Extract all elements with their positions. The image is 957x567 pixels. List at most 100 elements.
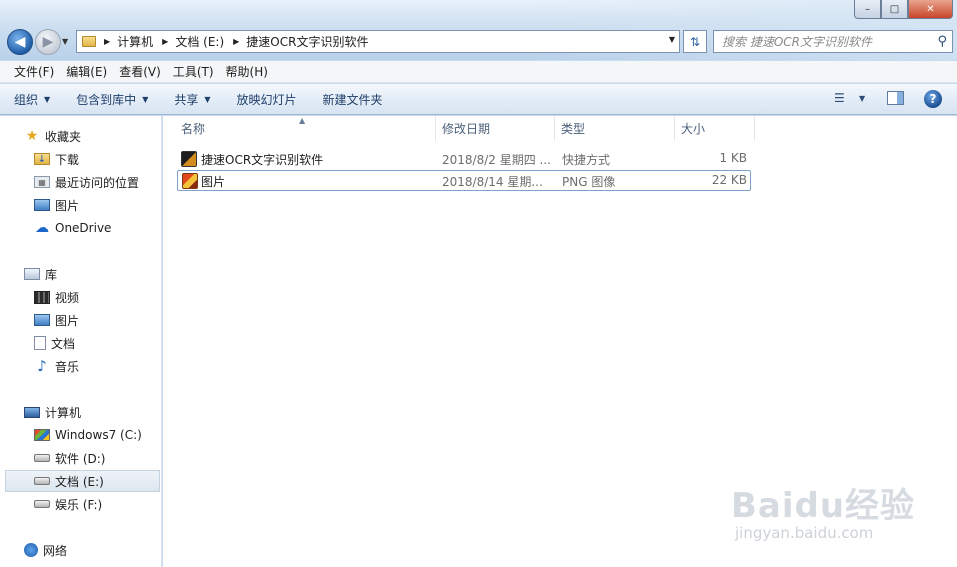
baidu-watermark-logo: Baidu经验 <box>731 486 916 526</box>
table-row[interactable]: 捷速OCR文字识别软件 2018/8/2 星期四 ... 快捷方式 1 KB <box>177 149 751 170</box>
breadcrumb-current-folder[interactable]: 捷速OCR文字识别软件 <box>246 33 368 50</box>
menu-tools[interactable]: 工具(T) <box>167 63 220 80</box>
share-label: 共享 <box>174 92 199 107</box>
help-icon[interactable]: ? <box>924 90 942 108</box>
music-icon: ♪ <box>37 357 47 375</box>
file-type: PNG 图像 <box>562 175 616 189</box>
menu-edit[interactable]: 编辑(E) <box>60 63 113 80</box>
sidebar-item-label: 软件 (D:) <box>55 451 106 466</box>
sidebar-item-pictures[interactable]: 图片 <box>0 309 162 331</box>
search-icon[interactable]: ⚲ <box>937 34 947 49</box>
chevron-down-icon: ▼ <box>142 94 149 104</box>
search-box[interactable]: ⚲ <box>713 30 953 53</box>
sidebar-network[interactable]: 网络 <box>0 539 162 561</box>
shortcut-app-icon <box>181 151 197 167</box>
preview-pane-icon[interactable] <box>887 91 904 105</box>
column-header-type[interactable]: 类型 <box>555 116 675 141</box>
window-controls: – □ ✕ <box>854 0 953 19</box>
png-image-icon <box>182 173 198 189</box>
sidebar-item-label: OneDrive <box>55 221 112 235</box>
library-icon <box>24 268 40 280</box>
file-name: 图片 <box>201 175 226 189</box>
sidebar-libraries-label: 库 <box>45 267 58 282</box>
file-name: 捷速OCR文字识别软件 <box>201 153 324 167</box>
command-bar: 组织 ▼ 包含到库中 ▼ 共享 ▼ 放映幻灯片 新建文件夹 <box>0 84 957 115</box>
table-row[interactable]: 图片 2018/8/14 星期... PNG 图像 22 KB <box>177 170 751 191</box>
chevron-down-icon[interactable]: ▼ <box>669 35 675 44</box>
sidebar-item-pictures-favorite[interactable]: 图片 <box>0 194 162 216</box>
organize-label: 组织 <box>14 92 39 107</box>
drive-icon <box>34 500 50 508</box>
sidebar-item-label: 下载 <box>55 152 80 167</box>
address-bar[interactable]: ▶ 计算机 ▶ 文档 (E:) ▶ 捷速OCR文字识别软件 ▼ <box>76 30 680 53</box>
chevron-down-icon[interactable]: ▼ <box>859 94 865 103</box>
file-size: 1 KB <box>719 151 747 165</box>
chevron-down-icon: ▼ <box>44 94 51 104</box>
slideshow-button[interactable]: 放映幻灯片 <box>237 91 297 108</box>
sidebar-computer[interactable]: 计算机 <box>0 401 162 423</box>
sidebar-item-downloads[interactable]: ↓ 下载 <box>0 148 162 170</box>
baidu-watermark-url: jingyan.baidu.com <box>735 524 874 542</box>
minimize-button[interactable]: – <box>854 0 881 19</box>
include-library-label: 包含到库中 <box>76 92 137 107</box>
column-modified-label: 修改日期 <box>442 122 491 136</box>
network-icon <box>24 543 38 557</box>
download-icon: ↓ <box>34 153 50 165</box>
sidebar-computer-label: 计算机 <box>45 405 82 420</box>
sidebar-item-onedrive[interactable]: ☁ OneDrive <box>0 217 162 239</box>
chevron-right-icon[interactable]: ▶ <box>104 37 110 46</box>
forward-button[interactable]: ▶ <box>35 29 61 55</box>
recent-places-icon: ▦ <box>34 176 50 188</box>
share-button[interactable]: 共享 ▼ <box>174 91 210 108</box>
organize-button[interactable]: 组织 ▼ <box>14 91 50 108</box>
chevron-right-icon[interactable]: ▶ <box>162 37 168 46</box>
sidebar-item-drive-d[interactable]: 软件 (D:) <box>0 447 162 469</box>
sidebar-libraries[interactable]: 库 <box>0 263 162 285</box>
column-size-label: 大小 <box>681 122 706 136</box>
document-icon <box>34 336 46 350</box>
sidebar-item-recent-places[interactable]: ▦ 最近访问的位置 <box>0 171 162 193</box>
chevron-right-icon[interactable]: ▶ <box>233 37 239 46</box>
cloud-icon: ☁ <box>35 220 49 236</box>
view-options-icon[interactable]: ☰ <box>834 91 845 105</box>
sidebar-item-drive-c[interactable]: Windows7 (C:) <box>0 424 162 446</box>
sidebar-item-videos[interactable]: 视频 <box>0 286 162 308</box>
recent-pages-dropdown[interactable]: ▼ <box>62 37 68 46</box>
arrow-right-icon: ▶ <box>42 34 54 50</box>
search-input[interactable] <box>722 34 922 49</box>
sidebar-item-drive-f[interactable]: 娱乐 (F:) <box>0 493 162 515</box>
menu-help[interactable]: 帮助(H) <box>220 63 274 80</box>
sidebar-item-label: 最近访问的位置 <box>55 175 140 190</box>
column-header-name[interactable]: 名称 <box>175 116 436 141</box>
file-modified: 2018/8/14 星期... <box>442 175 543 189</box>
star-icon: ★ <box>25 128 39 144</box>
picture-icon <box>34 199 50 211</box>
breadcrumb-computer[interactable]: 计算机 <box>117 33 153 50</box>
menu-view[interactable]: 查看(V) <box>113 63 167 80</box>
sidebar-item-drive-e[interactable]: 文档 (E:) <box>5 470 160 492</box>
breadcrumb-drive-e[interactable]: 文档 (E:) <box>175 33 224 50</box>
arrow-left-icon: ◀ <box>14 34 26 50</box>
maximize-button[interactable]: □ <box>881 0 908 19</box>
column-name-label: 名称 <box>181 122 206 136</box>
menu-bar: 文件(F) 编辑(E) 查看(V) 工具(T) 帮助(H) <box>0 61 957 83</box>
refresh-button[interactable]: ⇅ <box>683 30 707 53</box>
drive-icon <box>34 477 50 485</box>
file-type: 快捷方式 <box>562 153 611 167</box>
folder-icon <box>82 36 96 47</box>
video-icon <box>34 290 50 304</box>
include-in-library-button[interactable]: 包含到库中 ▼ <box>76 91 148 108</box>
sidebar-item-label: 娱乐 (F:) <box>55 497 103 512</box>
column-header-size[interactable]: 大小 <box>675 116 755 141</box>
close-button[interactable]: ✕ <box>908 0 953 19</box>
sidebar-favorites-label: 收藏夹 <box>45 129 82 144</box>
sidebar-item-music[interactable]: ♪ 音乐 <box>0 355 162 377</box>
menu-file[interactable]: 文件(F) <box>8 63 60 80</box>
windows-drive-icon <box>34 429 50 441</box>
sidebar-item-documents[interactable]: 文档 <box>0 332 162 354</box>
sidebar-network-label: 网络 <box>43 543 68 558</box>
new-folder-button[interactable]: 新建文件夹 <box>323 91 383 108</box>
back-button[interactable]: ◀ <box>7 29 33 55</box>
sidebar-favorites[interactable]: ★ 收藏夹 <box>0 125 162 147</box>
column-header-modified[interactable]: 修改日期 <box>436 116 555 141</box>
